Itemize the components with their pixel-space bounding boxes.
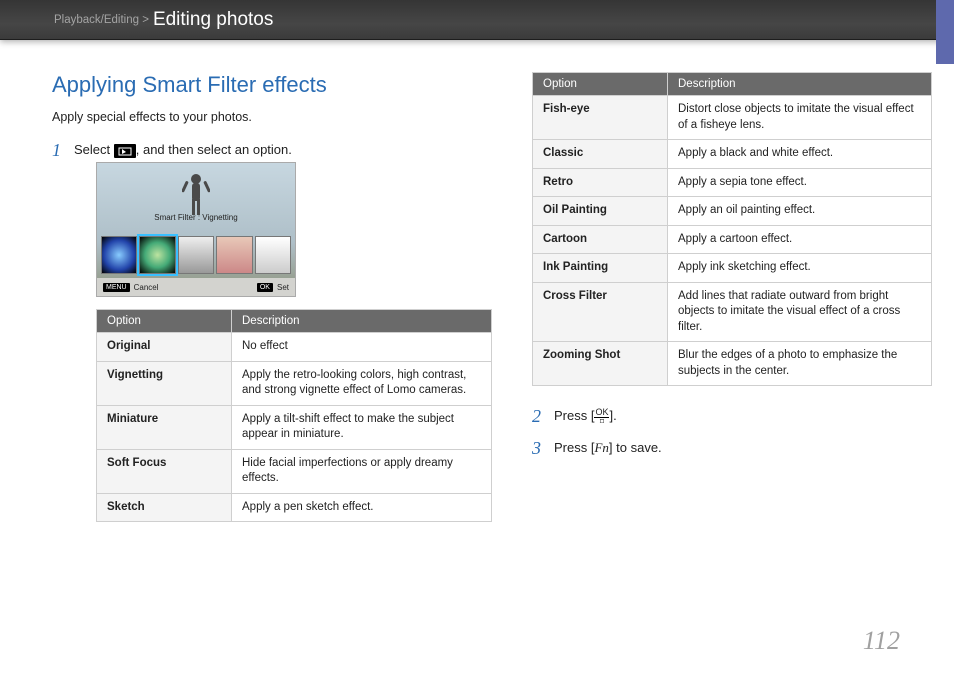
thumb-row (101, 236, 291, 274)
table-row: SketchApply a pen sketch effect. (97, 493, 492, 522)
menu-button-label: MENU (103, 283, 130, 292)
opt-desc: Apply a sepia tone effect. (668, 168, 932, 197)
step-1: Select , and then select an option. Smar… (52, 142, 492, 522)
opt-name: Zooming Shot (533, 342, 668, 386)
opt-name: Miniature (97, 405, 232, 449)
opt-name: Cartoon (533, 225, 668, 254)
opt-name: Fish-eye (533, 96, 668, 140)
opt-desc: Apply a cartoon effect. (668, 225, 932, 254)
opt-name: Oil Painting (533, 197, 668, 226)
page-header: Playback/Editing > Editing photos (0, 0, 954, 40)
opt-name: Sketch (97, 493, 232, 522)
spine-tab (936, 0, 954, 64)
section-title: Applying Smart Filter effects (52, 72, 492, 98)
step-3-pre: Press [ (554, 440, 594, 455)
opt-desc: Blur the edges of a photo to emphasize t… (668, 342, 932, 386)
th-option: Option (97, 310, 232, 333)
table-row: Soft FocusHide facial imperfections or a… (97, 449, 492, 493)
step-1-pre: Select (74, 142, 114, 157)
opt-name: Ink Painting (533, 254, 668, 283)
breadcrumb-leaf: Editing photos (153, 9, 273, 31)
th-option: Option (533, 73, 668, 96)
opt-desc: Apply ink sketching effect. (668, 254, 932, 283)
table-row: ClassicApply a black and white effect. (533, 140, 932, 169)
th-description: Description (232, 310, 492, 333)
options-table-right: Option Description Fish-eyeDistort close… (532, 72, 932, 386)
thumb-softfocus (216, 236, 252, 274)
opt-desc: Add lines that radiate outward from brig… (668, 282, 932, 342)
table-row: CartoonApply a cartoon effect. (533, 225, 932, 254)
opt-name: Retro (533, 168, 668, 197)
opt-name: Classic (533, 140, 668, 169)
step-list-right: Press [OK⌑]. Press [Fn] to save. (532, 408, 932, 456)
table-row: RetroApply a sepia tone effect. (533, 168, 932, 197)
th-description: Description (668, 73, 932, 96)
step-3: Press [Fn] to save. (532, 440, 932, 456)
silhouette-figure (182, 171, 210, 219)
cancel-label: Cancel (134, 283, 159, 292)
content-area: Applying Smart Filter effects Apply spec… (0, 40, 954, 536)
step-2: Press [OK⌑]. (532, 408, 932, 426)
step-1-post: , and then select an option. (136, 142, 292, 157)
opt-name: Vignetting (97, 361, 232, 405)
left-column: Applying Smart Filter effects Apply spec… (52, 72, 492, 536)
table-row: Cross FilterAdd lines that radiate outwa… (533, 282, 932, 342)
opt-desc: Apply the retro-looking colors, high con… (232, 361, 492, 405)
opt-name: Cross Filter (533, 282, 668, 342)
ok-button-label: OK (257, 283, 273, 292)
playback-icon (114, 144, 136, 158)
thumb-sketch (255, 236, 291, 274)
right-column: Option Description Fish-eyeDistort close… (532, 72, 932, 536)
opt-desc: Distort close objects to imitate the vis… (668, 96, 932, 140)
table-row: Zooming ShotBlur the edges of a photo to… (533, 342, 932, 386)
table-row: Oil PaintingApply an oil painting effect… (533, 197, 932, 226)
step-3-post: ] to save. (609, 440, 662, 455)
section-lead: Apply special effects to your photos. (52, 110, 492, 124)
preview-footer: MENU Cancel OK Set (97, 278, 295, 296)
opt-desc: Apply a black and white effect. (668, 140, 932, 169)
breadcrumb-root: Playback/Editing > (54, 14, 149, 26)
thumb-vignetting (139, 236, 175, 274)
set-label: Set (277, 283, 289, 292)
preview-caption: Smart Filter : Vignetting (97, 213, 295, 222)
opt-name: Original (97, 333, 232, 362)
camera-preview: Smart Filter : Vignetting MENU Cancel OK (96, 162, 296, 297)
opt-desc: Apply an oil painting effect. (668, 197, 932, 226)
opt-desc: Hide facial imperfections or apply dream… (232, 449, 492, 493)
table-row: Fish-eyeDistort close objects to imitate… (533, 96, 932, 140)
table-row: VignettingApply the retro-looking colors… (97, 361, 492, 405)
table-row: OriginalNo effect (97, 333, 492, 362)
table-row: Ink PaintingApply ink sketching effect. (533, 254, 932, 283)
opt-desc: Apply a tilt-shift effect to make the su… (232, 405, 492, 449)
opt-desc: No effect (232, 333, 492, 362)
opt-name: Soft Focus (97, 449, 232, 493)
step-2-post: ]. (609, 408, 616, 423)
options-table-left: Option Description OriginalNo effect Vig… (96, 309, 492, 522)
thumb-miniature (178, 236, 214, 274)
fn-icon: Fn (594, 440, 608, 455)
step-2-pre: Press [ (554, 408, 594, 423)
table-row: MiniatureApply a tilt-shift effect to ma… (97, 405, 492, 449)
ok-icon: OK⌑ (594, 408, 609, 426)
page-number: 112 (863, 626, 900, 656)
step-list: Select , and then select an option. Smar… (52, 142, 492, 522)
thumb-original (101, 236, 137, 274)
opt-desc: Apply a pen sketch effect. (232, 493, 492, 522)
